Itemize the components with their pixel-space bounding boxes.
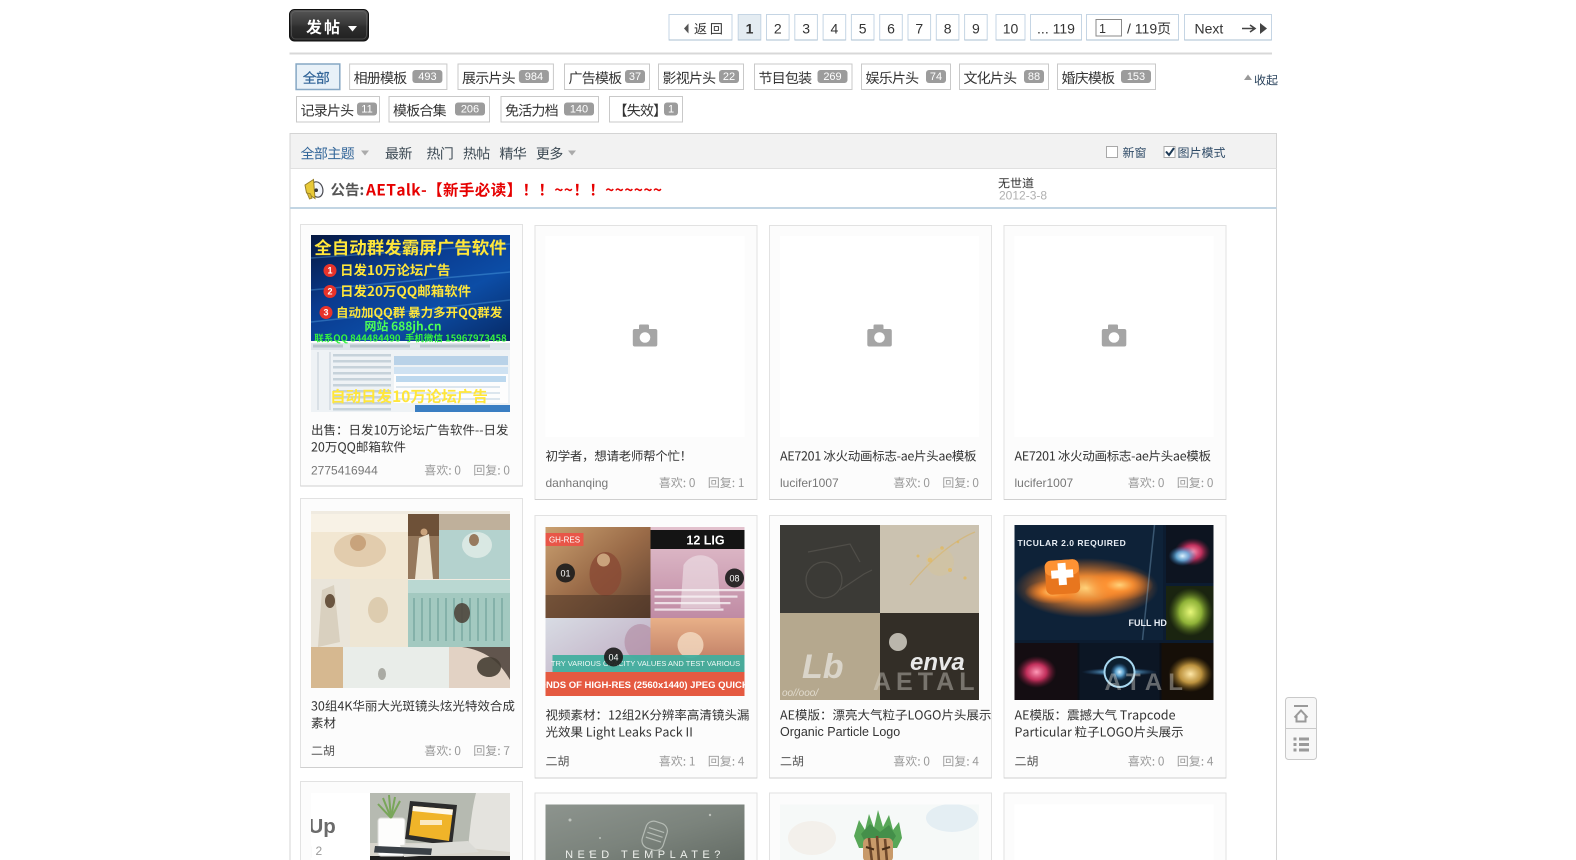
svg-text:3: 3 <box>802 20 810 36</box>
svg-text:Up: Up <box>309 815 336 838</box>
svg-text:10: 10 <box>1003 20 1019 36</box>
svg-text:TRY VARIOUS OPACITY VALUES AND: TRY VARIOUS OPACITY VALUES AND TEST VARI… <box>551 659 740 668</box>
svg-text:TICULAR 2.0 REQUIRED: TICULAR 2.0 REQUIRED <box>1018 538 1127 548</box>
svg-text:CONDS OF HIGH-RES (2560x1440): CONDS OF HIGH-RES (2560x1440) JPEG QUICK… <box>532 680 757 691</box>
svg-text:7: 7 <box>915 20 923 36</box>
svg-text:ATAL: ATAL <box>1105 669 1189 696</box>
svg-text:... 119: ... 119 <box>1037 20 1075 36</box>
svg-text:01: 01 <box>560 569 570 579</box>
svg-text:9: 9 <box>972 20 980 36</box>
svg-text:3: 3 <box>323 308 328 318</box>
svg-text:1: 1 <box>668 104 674 116</box>
svg-text:lucifer1007: lucifer1007 <box>1015 476 1074 490</box>
svg-text:Next: Next <box>1195 20 1224 36</box>
svg-text:04: 04 <box>608 653 618 663</box>
svg-text:22: 22 <box>723 71 735 83</box>
svg-text:88: 88 <box>1028 71 1040 83</box>
svg-text:NEED TEMPLATE?: NEED TEMPLATE? <box>565 849 725 860</box>
svg-text:2: 2 <box>774 20 782 36</box>
svg-text:269: 269 <box>823 71 841 83</box>
svg-text:/ 119: / 119 <box>1127 20 1157 36</box>
svg-text:FULL HD: FULL HD <box>1129 618 1168 628</box>
svg-text:11: 11 <box>361 104 372 116</box>
svg-text:8: 8 <box>944 20 952 36</box>
svg-text:153: 153 <box>1127 71 1145 83</box>
svg-text:140: 140 <box>570 104 588 116</box>
svg-text:493: 493 <box>418 71 436 83</box>
svg-text:GH-RES: GH-RES <box>549 536 580 545</box>
svg-text:danhanqing: danhanqing <box>546 476 609 490</box>
svg-text:6: 6 <box>887 20 895 36</box>
svg-text:lucifer1007: lucifer1007 <box>780 476 839 490</box>
svg-text:AETAL: AETAL <box>873 668 979 696</box>
svg-text:37: 37 <box>629 71 641 83</box>
svg-text:oo//ooo/: oo//ooo/ <box>782 688 819 699</box>
svg-text:1: 1 <box>1099 22 1106 36</box>
svg-text:Organic Particle Logo: Organic Particle Logo <box>780 725 900 739</box>
svg-text:08: 08 <box>729 574 739 584</box>
svg-text:2: 2 <box>327 287 332 297</box>
svg-text:2012-3-8: 2012-3-8 <box>999 189 1047 203</box>
svg-text:74: 74 <box>930 71 942 83</box>
svg-text:5: 5 <box>859 20 867 36</box>
svg-text:4: 4 <box>831 20 839 36</box>
svg-text:12 LIG: 12 LIG <box>686 534 724 548</box>
svg-text:| 2: | 2 <box>309 844 322 858</box>
svg-text:2775416944: 2775416944 <box>311 464 378 478</box>
svg-text:1: 1 <box>746 20 754 36</box>
svg-text:206: 206 <box>461 104 479 116</box>
svg-text:984: 984 <box>525 71 543 83</box>
svg-text:1: 1 <box>327 266 332 276</box>
svg-text:Lb: Lb <box>802 648 844 686</box>
